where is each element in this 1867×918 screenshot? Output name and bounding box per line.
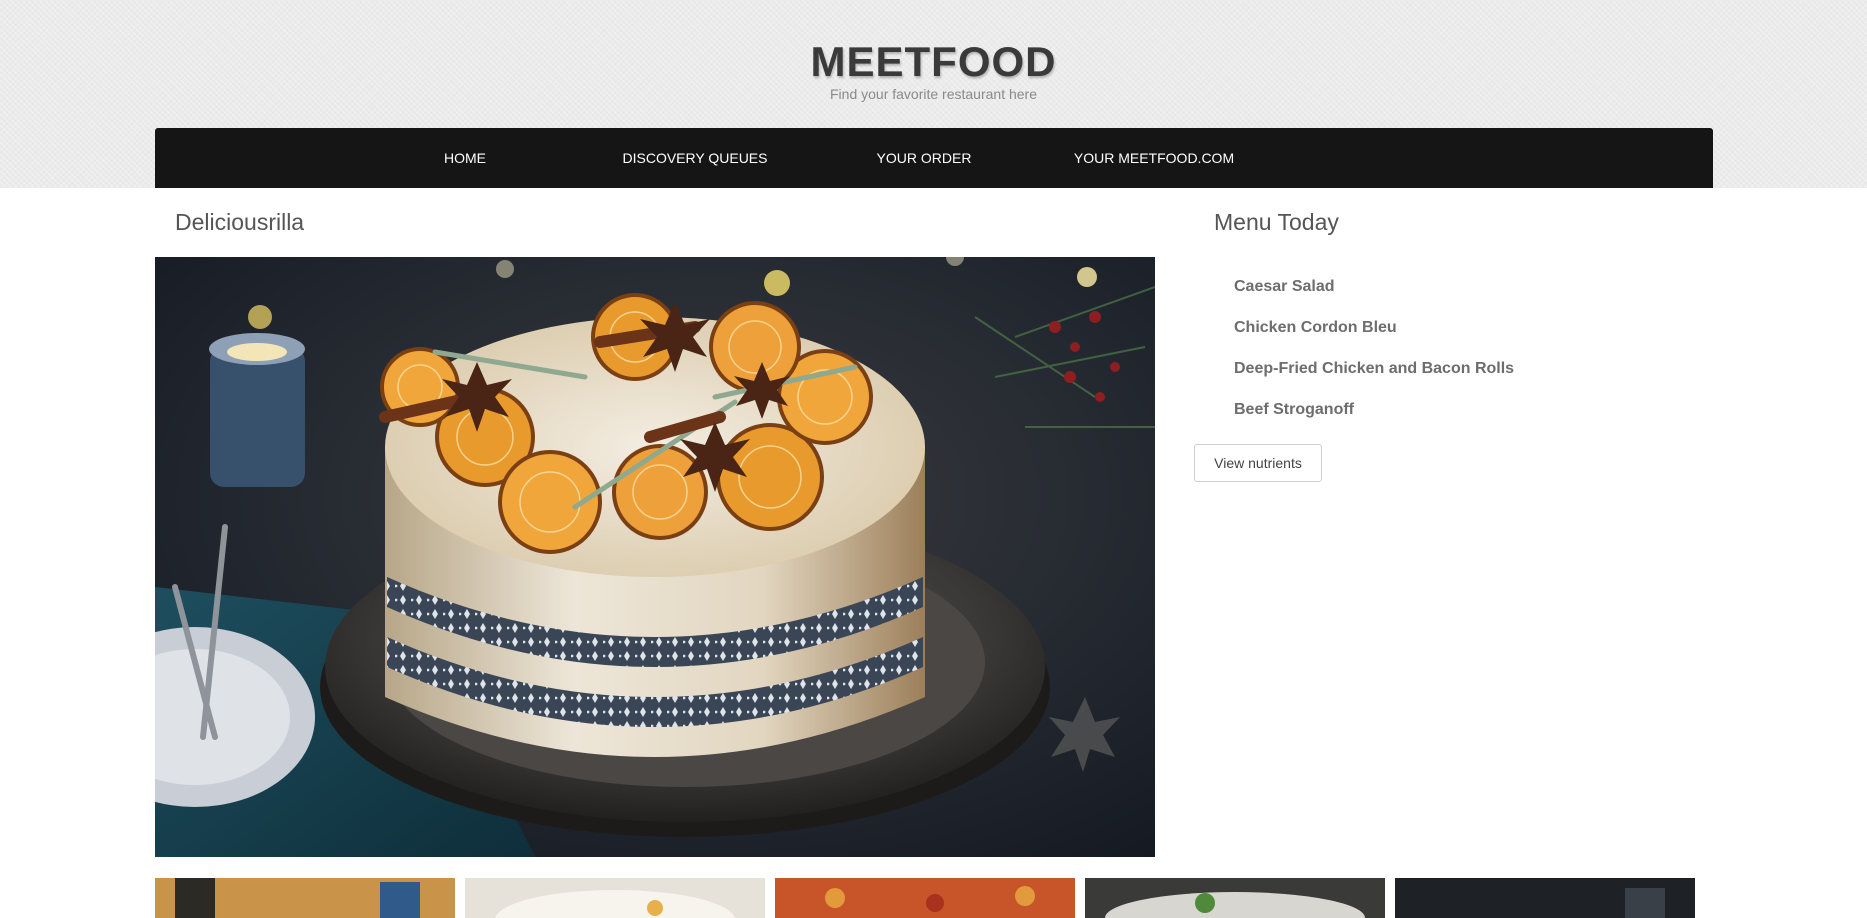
menu-list: Caesar Salad Chicken Cordon Bleu Deep-Fr… [1234, 274, 1514, 438]
nav-home[interactable]: HOME [444, 128, 486, 188]
menu-item-caesar-salad[interactable]: Caesar Salad [1234, 274, 1514, 315]
gallery-thumbnail-soup[interactable] [465, 878, 765, 918]
view-nutrients-button[interactable]: View nutrients [1194, 444, 1322, 482]
menu-item-chicken-cordon-bleu[interactable]: Chicken Cordon Bleu [1234, 315, 1514, 356]
gallery-thumbnail-drinks[interactable] [155, 878, 455, 918]
cake-illustration [155, 257, 1155, 857]
nav-your-meetfood[interactable]: YOUR MEETFOOD.COM [1074, 128, 1234, 188]
gallery-thumbnail-plated-dish[interactable] [1085, 878, 1385, 918]
main-navbar: HOME DISCOVERY QUEUES YOUR ORDER YOUR ME… [155, 128, 1713, 188]
menu-item-beef-stroganoff[interactable]: Beef Stroganoff [1234, 397, 1514, 438]
restaurant-name: Deliciousrilla [175, 209, 305, 235]
nav-discovery-queues[interactable]: DISCOVERY QUEUES [623, 128, 768, 188]
menu-today-heading: Menu Today [1214, 209, 1339, 235]
site-title[interactable]: MEETFOOD [0, 38, 1867, 86]
site-tagline: Find your favorite restaurant here [830, 86, 1037, 102]
gallery-thumbnail-pizza[interactable] [775, 878, 1075, 918]
nav-your-order[interactable]: YOUR ORDER [877, 128, 972, 188]
gallery-thumbnail-dark-table[interactable] [1395, 878, 1695, 918]
menu-item-deep-fried-chicken-bacon-rolls[interactable]: Deep-Fried Chicken and Bacon Rolls [1234, 356, 1514, 397]
hero-image [155, 257, 1155, 857]
